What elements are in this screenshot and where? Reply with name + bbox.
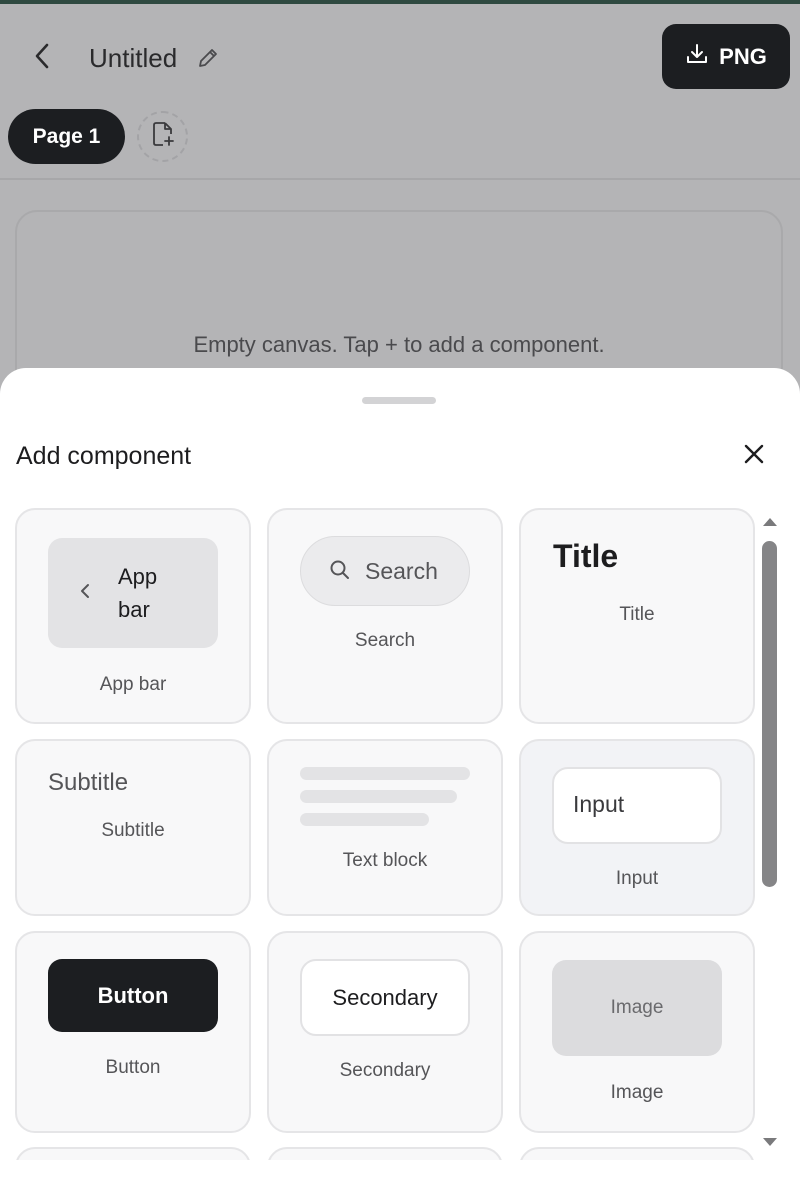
image-preview: Image	[552, 960, 722, 1056]
sheet-drag-handle[interactable]	[362, 397, 436, 404]
tab-page-1[interactable]: Page 1	[8, 109, 125, 164]
back-button[interactable]	[22, 38, 62, 78]
sheet-title: Add component	[16, 442, 192, 470]
secondary-preview: Secondary	[300, 959, 470, 1036]
title-preview: Title	[553, 538, 619, 574]
app-bar-preview-text: App bar	[118, 564, 158, 622]
component-label: Image	[610, 1082, 664, 1103]
scroll-up-icon[interactable]	[762, 516, 778, 528]
component-card-partial[interactable]	[519, 1147, 755, 1160]
close-button[interactable]	[732, 434, 776, 478]
subtitle-preview: Subtitle	[48, 769, 129, 796]
search-preview-text: Search	[365, 558, 438, 584]
component-card-partial[interactable]	[267, 1147, 503, 1160]
text-block-line	[300, 767, 470, 780]
search-preview: Search	[300, 536, 470, 606]
component-card-secondary[interactable]: Secondary Secondary	[267, 931, 503, 1133]
add-component-sheet: Add component App bar App bar Search Sea…	[0, 368, 800, 1184]
text-block-line	[300, 790, 457, 803]
app-bar-preview: App bar	[48, 538, 218, 648]
component-label: Title	[619, 604, 655, 625]
component-card-subtitle[interactable]: Subtitle Subtitle	[15, 739, 251, 916]
component-label: Search	[354, 630, 416, 651]
download-icon	[685, 42, 709, 72]
component-grid: App bar App bar Search Search Title Titl…	[0, 508, 760, 1160]
chevron-left-icon	[80, 583, 90, 604]
component-label: Button	[105, 1057, 161, 1078]
component-card-title[interactable]: Title Title	[519, 508, 755, 724]
pencil-icon[interactable]	[196, 46, 220, 70]
component-card-text-block[interactable]: Text block	[267, 739, 503, 916]
input-preview: Input	[552, 767, 722, 844]
close-icon	[743, 443, 765, 470]
app-header: Untitled PNG	[0, 4, 800, 100]
component-card-input[interactable]: Input Input	[519, 739, 755, 916]
text-block-line	[300, 813, 429, 826]
component-label: Text block	[342, 850, 428, 871]
scroll-down-icon[interactable]	[762, 1136, 778, 1148]
component-card-search[interactable]: Search Search	[267, 508, 503, 724]
export-png-button[interactable]: PNG	[662, 24, 790, 89]
page-tabs-bar: Page 1	[0, 100, 800, 180]
empty-canvas-message: Empty canvas. Tap + to add a component.	[193, 332, 605, 357]
component-label: App bar	[99, 674, 167, 695]
scrollbar-thumb[interactable]	[762, 541, 777, 887]
component-card-app-bar[interactable]: App bar App bar	[15, 508, 251, 724]
component-card-image[interactable]: Image Image	[519, 931, 755, 1133]
add-page-icon	[151, 121, 175, 152]
component-label: Subtitle	[101, 820, 165, 841]
component-card-partial[interactable]	[15, 1147, 251, 1160]
chevron-left-icon	[34, 43, 50, 74]
export-label: PNG	[719, 43, 767, 69]
input-preview-text: Input	[573, 791, 625, 817]
document-title[interactable]: Untitled	[89, 43, 177, 73]
button-preview: Button	[48, 959, 218, 1032]
search-icon	[329, 559, 351, 586]
grid-scrollbar[interactable]	[759, 516, 781, 1156]
component-label: Input	[615, 868, 659, 889]
component-label: Secondary	[339, 1060, 431, 1081]
component-card-button[interactable]: Button Button	[15, 931, 251, 1133]
add-page-button[interactable]	[137, 111, 188, 162]
